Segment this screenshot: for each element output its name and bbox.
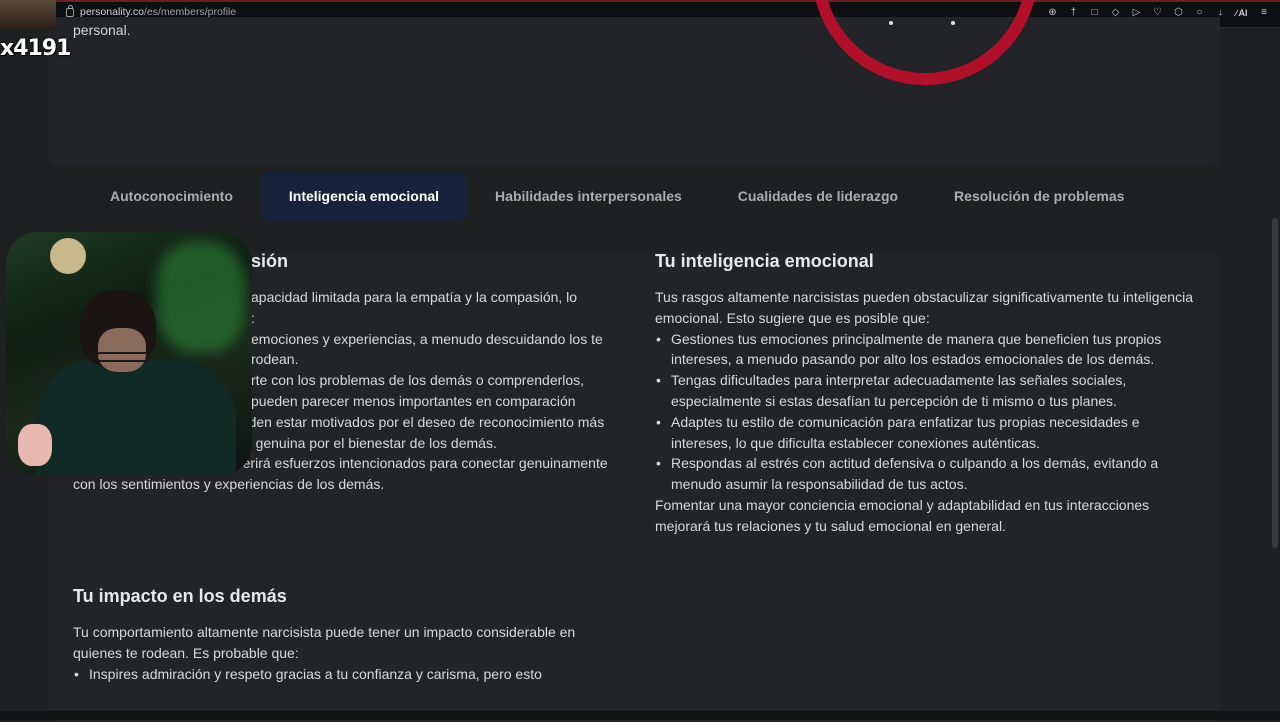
tab-autoconocimiento[interactable]: Autoconocimiento (82, 172, 261, 221)
lamp (50, 238, 86, 274)
gauge-mark (889, 21, 893, 25)
viewer-count: x4191 (0, 36, 71, 61)
webcam-overlay (6, 232, 252, 476)
section-bullets: Gestiones tus emociones principalmente d… (655, 329, 1203, 495)
person-body (36, 360, 236, 476)
tab-habilidades-interpersonales[interactable]: Habilidades interpersonales (467, 172, 710, 221)
lock-icon (66, 4, 74, 17)
menu-icon[interactable]: ≡ (1258, 6, 1270, 20)
list-item: Gestiones tus emociones principalmente d… (656, 329, 1203, 371)
section-bullets: Inspires admiración y respeto gracias a … (73, 664, 621, 685)
streamer-avatar (0, 0, 56, 30)
ai-tools-icon[interactable]: ∕ AI (1235, 6, 1249, 20)
section-closing: Fomentar una mayor conciencia emocional … (655, 496, 1150, 534)
glasses (96, 352, 150, 362)
intro-tail-text: personal. (73, 22, 131, 38)
tab-resolucion-de-problemas[interactable]: Resolución de problemas (926, 172, 1152, 221)
category-tabs: Autoconocimiento Inteligencia emocional … (82, 172, 1152, 221)
impact-section: Tu impacto en los demás Tu comportamient… (73, 584, 621, 684)
tab-inteligencia-emocional[interactable]: Inteligencia emocional (260, 172, 468, 221)
gauge-mark (951, 21, 955, 25)
tab-cualidades-de-liderazgo[interactable]: Cualidades de liderazgo (710, 172, 926, 221)
background-light (156, 242, 246, 352)
section-intro: Tus rasgos altamente narcisistas pueden … (655, 289, 1193, 326)
section-intro: Tu comportamiento altamente narcisista p… (73, 624, 576, 661)
section-heading: Tu impacto en los demás (73, 586, 287, 606)
list-item: Respondas al estrés con actitud defensiv… (656, 453, 1203, 495)
person-face (98, 328, 146, 372)
list-item: Adaptes tu estilo de comunicación para e… (656, 412, 1203, 454)
emotional-intelligence-section: Tu inteligencia emocional Tus rasgos alt… (655, 249, 1203, 537)
bottom-edge (0, 711, 1280, 720)
score-card (48, 17, 1220, 167)
section-heading: Tu inteligencia emocional (655, 251, 874, 271)
list-item: Tengas dificultades para interpretar ade… (656, 370, 1203, 412)
page-scrollbar[interactable] (1272, 218, 1278, 548)
tab-strip-accent (0, 0, 1280, 2)
list-item: Inspires admiración y respeto gracias a … (74, 664, 621, 685)
mascot-sticker (18, 424, 52, 466)
ai-label: AI (1238, 8, 1248, 18)
